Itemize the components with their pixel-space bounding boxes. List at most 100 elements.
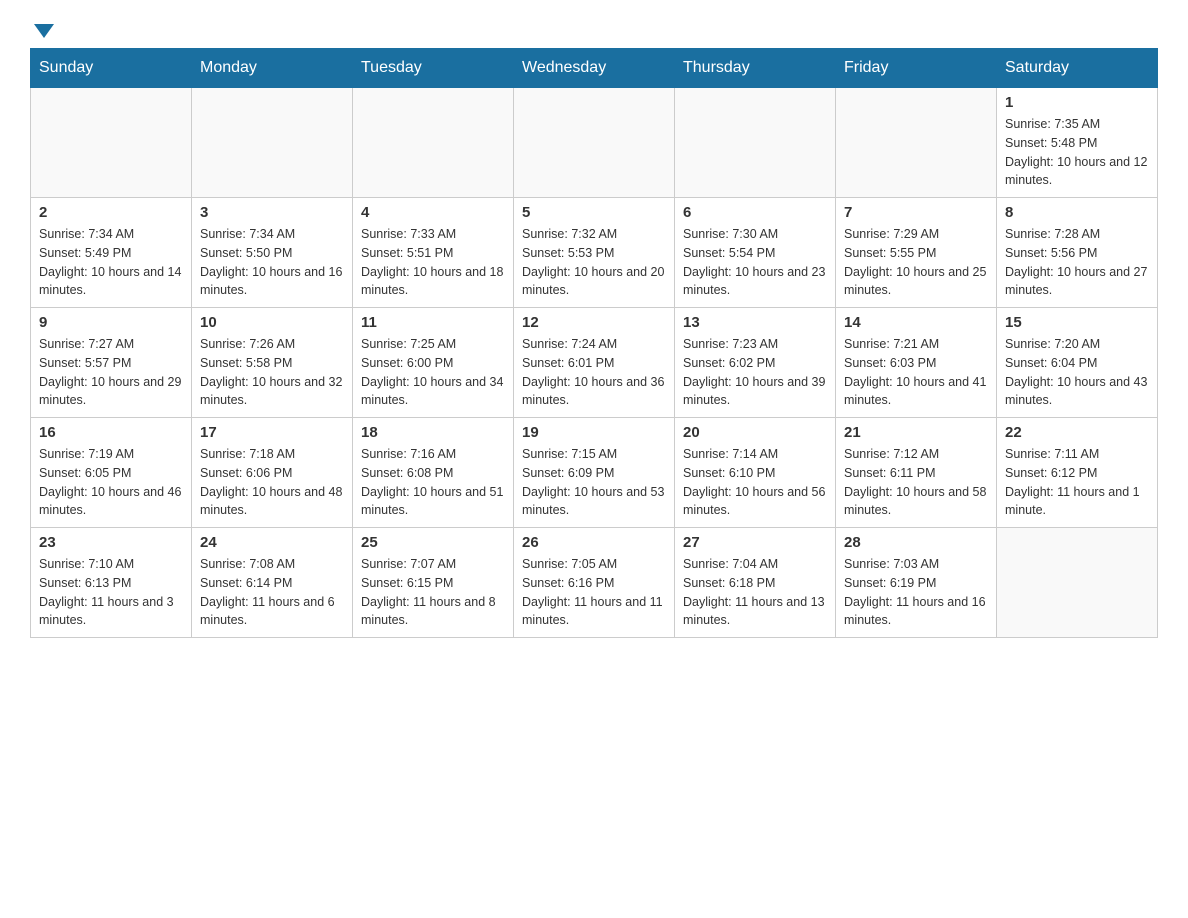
day-number: 2 xyxy=(39,204,183,221)
day-number: 17 xyxy=(200,424,344,441)
calendar-cell: 23 Sunrise: 7:10 AMSunset: 6:13 PMDayligh… xyxy=(31,528,192,638)
calendar-week-row: 23 Sunrise: 7:10 AMSunset: 6:13 PMDayligh… xyxy=(31,528,1158,638)
calendar-cell: 17 Sunrise: 7:18 AMSunset: 6:06 PMDayligh… xyxy=(192,418,353,528)
calendar-cell: 9 Sunrise: 7:27 AMSunset: 5:57 PMDaylight… xyxy=(31,308,192,418)
calendar-cell: 25 Sunrise: 7:07 AMSunset: 6:15 PMDayligh… xyxy=(353,528,514,638)
calendar-cell: 10 Sunrise: 7:26 AMSunset: 5:58 PMDayligh… xyxy=(192,308,353,418)
day-info: Sunrise: 7:16 AMSunset: 6:08 PMDaylight:… xyxy=(361,445,505,520)
logo-arrow-icon xyxy=(34,24,54,38)
day-info: Sunrise: 7:26 AMSunset: 5:58 PMDaylight:… xyxy=(200,335,344,410)
day-info: Sunrise: 7:23 AMSunset: 6:02 PMDaylight:… xyxy=(683,335,827,410)
day-info: Sunrise: 7:27 AMSunset: 5:57 PMDaylight:… xyxy=(39,335,183,410)
calendar-cell xyxy=(675,88,836,198)
calendar-week-row: 2 Sunrise: 7:34 AMSunset: 5:49 PMDaylight… xyxy=(31,198,1158,308)
day-number: 19 xyxy=(522,424,666,441)
day-info: Sunrise: 7:34 AMSunset: 5:49 PMDaylight:… xyxy=(39,225,183,300)
calendar-cell xyxy=(353,88,514,198)
calendar-cell: 13 Sunrise: 7:23 AMSunset: 6:02 PMDayligh… xyxy=(675,308,836,418)
day-number: 15 xyxy=(1005,314,1149,331)
calendar-cell: 20 Sunrise: 7:14 AMSunset: 6:10 PMDayligh… xyxy=(675,418,836,528)
calendar-table: SundayMondayTuesdayWednesdayThursdayFrid… xyxy=(30,48,1158,638)
calendar-week-row: 16 Sunrise: 7:19 AMSunset: 6:05 PMDayligh… xyxy=(31,418,1158,528)
calendar-cell: 27 Sunrise: 7:04 AMSunset: 6:18 PMDayligh… xyxy=(675,528,836,638)
calendar-cell: 6 Sunrise: 7:30 AMSunset: 5:54 PMDaylight… xyxy=(675,198,836,308)
day-info: Sunrise: 7:28 AMSunset: 5:56 PMDaylight:… xyxy=(1005,225,1149,300)
calendar-cell: 28Sunrise: 7:03 AMSunset: 6:19 PMDayligh… xyxy=(836,528,997,638)
day-info: Sunrise: 7:11 AMSunset: 6:12 PMDaylight:… xyxy=(1005,445,1149,520)
day-info: Sunrise: 7:30 AMSunset: 5:54 PMDaylight:… xyxy=(683,225,827,300)
day-number: 3 xyxy=(200,204,344,221)
day-of-week-header: Sunday xyxy=(31,49,192,88)
calendar-cell xyxy=(514,88,675,198)
calendar-header-row: SundayMondayTuesdayWednesdayThursdayFrid… xyxy=(31,49,1158,88)
day-info: Sunrise: 7:05 AMSunset: 6:16 PMDaylight:… xyxy=(522,555,666,630)
day-of-week-header: Friday xyxy=(836,49,997,88)
page-header xyxy=(30,20,1158,38)
day-number: 10 xyxy=(200,314,344,331)
day-number: 13 xyxy=(683,314,827,331)
day-info: Sunrise: 7:35 AMSunset: 5:48 PMDaylight:… xyxy=(1005,115,1149,190)
day-info: Sunrise: 7:20 AMSunset: 6:04 PMDaylight:… xyxy=(1005,335,1149,410)
calendar-cell: 2 Sunrise: 7:34 AMSunset: 5:49 PMDaylight… xyxy=(31,198,192,308)
day-number: 12 xyxy=(522,314,666,331)
day-number: 8 xyxy=(1005,204,1149,221)
calendar-cell: 21 Sunrise: 7:12 AMSunset: 6:11 PMDayligh… xyxy=(836,418,997,528)
day-info: Sunrise: 7:18 AMSunset: 6:06 PMDaylight:… xyxy=(200,445,344,520)
day-number: 11 xyxy=(361,314,505,331)
day-info: Sunrise: 7:19 AMSunset: 6:05 PMDaylight:… xyxy=(39,445,183,520)
logo xyxy=(30,20,54,38)
day-of-week-header: Saturday xyxy=(997,49,1158,88)
calendar-cell: 7 Sunrise: 7:29 AMSunset: 5:55 PMDaylight… xyxy=(836,198,997,308)
day-number: 16 xyxy=(39,424,183,441)
day-info: Sunrise: 7:04 AMSunset: 6:18 PMDaylight:… xyxy=(683,555,827,630)
day-number: 24 xyxy=(200,534,344,551)
day-number: 25 xyxy=(361,534,505,551)
day-info: Sunrise: 7:08 AMSunset: 6:14 PMDaylight:… xyxy=(200,555,344,630)
day-number: 18 xyxy=(361,424,505,441)
day-of-week-header: Wednesday xyxy=(514,49,675,88)
calendar-cell: 14Sunrise: 7:21 AMSunset: 6:03 PMDayligh… xyxy=(836,308,997,418)
calendar-week-row: 9 Sunrise: 7:27 AMSunset: 5:57 PMDaylight… xyxy=(31,308,1158,418)
day-info: Sunrise: 7:24 AMSunset: 6:01 PMDaylight:… xyxy=(522,335,666,410)
calendar-cell xyxy=(192,88,353,198)
day-info: Sunrise: 7:14 AMSunset: 6:10 PMDaylight:… xyxy=(683,445,827,520)
calendar-week-row: 1 Sunrise: 7:35 AMSunset: 5:48 PMDaylight… xyxy=(31,88,1158,198)
day-info: Sunrise: 7:29 AMSunset: 5:55 PMDaylight:… xyxy=(844,225,988,300)
calendar-cell: 22Sunrise: 7:11 AMSunset: 6:12 PMDayligh… xyxy=(997,418,1158,528)
day-number: 1 xyxy=(1005,94,1149,111)
calendar-cell: 12 Sunrise: 7:24 AMSunset: 6:01 PMDayligh… xyxy=(514,308,675,418)
day-info: Sunrise: 7:33 AMSunset: 5:51 PMDaylight:… xyxy=(361,225,505,300)
day-number: 20 xyxy=(683,424,827,441)
day-number: 26 xyxy=(522,534,666,551)
calendar-cell: 16 Sunrise: 7:19 AMSunset: 6:05 PMDayligh… xyxy=(31,418,192,528)
day-info: Sunrise: 7:07 AMSunset: 6:15 PMDaylight:… xyxy=(361,555,505,630)
calendar-cell: 3 Sunrise: 7:34 AMSunset: 5:50 PMDaylight… xyxy=(192,198,353,308)
day-number: 9 xyxy=(39,314,183,331)
calendar-cell: 5 Sunrise: 7:32 AMSunset: 5:53 PMDaylight… xyxy=(514,198,675,308)
day-number: 6 xyxy=(683,204,827,221)
calendar-cell: 18 Sunrise: 7:16 AMSunset: 6:08 PMDayligh… xyxy=(353,418,514,528)
day-of-week-header: Monday xyxy=(192,49,353,88)
calendar-cell: 4Sunrise: 7:33 AMSunset: 5:51 PMDaylight… xyxy=(353,198,514,308)
calendar-cell: 24 Sunrise: 7:08 AMSunset: 6:14 PMDayligh… xyxy=(192,528,353,638)
day-number: 27 xyxy=(683,534,827,551)
calendar-cell: 1 Sunrise: 7:35 AMSunset: 5:48 PMDaylight… xyxy=(997,88,1158,198)
calendar-cell: 19 Sunrise: 7:15 AMSunset: 6:09 PMDayligh… xyxy=(514,418,675,528)
day-info: Sunrise: 7:10 AMSunset: 6:13 PMDaylight:… xyxy=(39,555,183,630)
calendar-cell: 11Sunrise: 7:25 AMSunset: 6:00 PMDayligh… xyxy=(353,308,514,418)
calendar-cell: 15 Sunrise: 7:20 AMSunset: 6:04 PMDayligh… xyxy=(997,308,1158,418)
day-number: 7 xyxy=(844,204,988,221)
day-number: 5 xyxy=(522,204,666,221)
day-info: Sunrise: 7:15 AMSunset: 6:09 PMDaylight:… xyxy=(522,445,666,520)
day-info: Sunrise: 7:21 AMSunset: 6:03 PMDaylight:… xyxy=(844,335,988,410)
calendar-cell xyxy=(997,528,1158,638)
day-info: Sunrise: 7:12 AMSunset: 6:11 PMDaylight:… xyxy=(844,445,988,520)
day-of-week-header: Tuesday xyxy=(353,49,514,88)
calendar-cell xyxy=(836,88,997,198)
day-info: Sunrise: 7:34 AMSunset: 5:50 PMDaylight:… xyxy=(200,225,344,300)
day-number: 23 xyxy=(39,534,183,551)
day-info: Sunrise: 7:03 AMSunset: 6:19 PMDaylight:… xyxy=(844,555,988,630)
day-of-week-header: Thursday xyxy=(675,49,836,88)
day-number: 21 xyxy=(844,424,988,441)
day-info: Sunrise: 7:32 AMSunset: 5:53 PMDaylight:… xyxy=(522,225,666,300)
